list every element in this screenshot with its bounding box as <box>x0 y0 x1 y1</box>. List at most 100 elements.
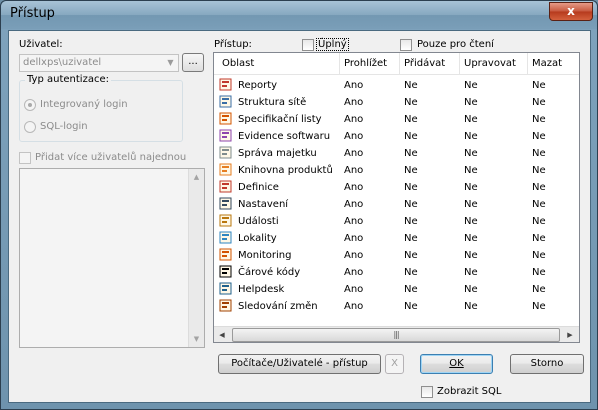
table-row[interactable]: Evidence softwaru Ano Ne Ne Ne <box>214 128 579 145</box>
multi-users-checkbox[interactable] <box>19 152 31 164</box>
table-row[interactable]: Knihovna produktů Ano Ne Ne Ne <box>214 162 579 179</box>
cell-view[interactable]: Ano <box>340 111 400 128</box>
read-only-checkbox[interactable] <box>400 39 412 51</box>
table-row[interactable]: Definice Ano Ne Ne Ne <box>214 179 579 196</box>
cell-add[interactable]: Ne <box>400 298 460 315</box>
cell-delete[interactable]: Ne <box>528 111 579 128</box>
scroll-down-arrow-icon[interactable]: ▼ <box>189 331 204 347</box>
cell-view[interactable]: Ano <box>340 128 400 145</box>
table-row[interactable]: Reporty Ano Ne Ne Ne <box>214 77 579 94</box>
column-header-area[interactable]: Oblast <box>214 53 340 75</box>
cell-delete[interactable]: Ne <box>528 264 579 281</box>
sql-login-radio[interactable] <box>24 121 36 133</box>
full-access-checkbox[interactable] <box>302 39 314 51</box>
cell-delete[interactable]: Ne <box>528 94 579 111</box>
cell-delete[interactable]: Ne <box>528 145 579 162</box>
cell-edit[interactable]: Ne <box>460 281 528 298</box>
integrated-login-radio[interactable] <box>24 99 36 111</box>
cell-view[interactable]: Ano <box>340 230 400 247</box>
cell-edit[interactable]: Ne <box>460 247 528 264</box>
cell-add[interactable]: Ne <box>400 281 460 298</box>
user-list[interactable]: ▲ ▼ <box>19 168 205 348</box>
cell-view[interactable]: Ano <box>340 145 400 162</box>
cell-edit[interactable]: Ne <box>460 111 528 128</box>
cell-delete[interactable]: Ne <box>528 128 579 145</box>
table-row[interactable]: Struktura sítě Ano Ne Ne Ne <box>214 94 579 111</box>
cell-add[interactable]: Ne <box>400 247 460 264</box>
cell-edit[interactable]: Ne <box>460 264 528 281</box>
cell-add[interactable]: Ne <box>400 145 460 162</box>
cell-delete[interactable]: Ne <box>528 196 579 213</box>
cell-edit[interactable]: Ne <box>460 145 528 162</box>
cell-add[interactable]: Ne <box>400 94 460 111</box>
table-row[interactable]: Správa majetku Ano Ne Ne Ne <box>214 145 579 162</box>
cell-view[interactable]: Ano <box>340 94 400 111</box>
cell-add[interactable]: Ne <box>400 111 460 128</box>
table-row[interactable]: Monitoring Ano Ne Ne Ne <box>214 247 579 264</box>
cell-view[interactable]: Ano <box>340 264 400 281</box>
cell-edit[interactable]: Ne <box>460 213 528 230</box>
cell-delete[interactable]: Ne <box>528 247 579 264</box>
cell-view[interactable]: Ano <box>340 77 400 94</box>
cell-edit[interactable]: Ne <box>460 94 528 111</box>
cell-edit[interactable]: Ne <box>460 230 528 247</box>
clear-button[interactable]: X <box>385 354 404 374</box>
table-row[interactable]: Události Ano Ne Ne Ne <box>214 213 579 230</box>
cell-delete[interactable]: Ne <box>528 77 579 94</box>
scroll-right-arrow-icon[interactable]: ▶ <box>562 327 578 342</box>
cell-delete[interactable]: Ne <box>528 162 579 179</box>
cell-add[interactable]: Ne <box>400 128 460 145</box>
column-header-edit[interactable]: Upravovat <box>460 53 528 75</box>
table-row[interactable]: Helpdesk Ano Ne Ne Ne <box>214 281 579 298</box>
chevron-down-icon[interactable]: ▼ <box>163 55 178 71</box>
cell-add[interactable]: Ne <box>400 196 460 213</box>
scroll-left-arrow-icon[interactable]: ◀ <box>214 327 230 342</box>
ok-button[interactable]: OK <box>420 354 493 374</box>
title-bar[interactable]: Přístup <box>1 1 597 29</box>
table-row[interactable]: Nastavení Ano Ne Ne Ne <box>214 196 579 213</box>
cancel-button[interactable]: Storno <box>510 354 584 374</box>
cell-view[interactable]: Ano <box>340 298 400 315</box>
table-row[interactable]: Sledování změn Ano Ne Ne Ne <box>214 298 579 315</box>
table-row[interactable]: Specifikační listy Ano Ne Ne Ne <box>214 111 579 128</box>
cell-view[interactable]: Ano <box>340 179 400 196</box>
cell-delete[interactable]: Ne <box>528 298 579 315</box>
scroll-up-arrow-icon[interactable]: ▲ <box>189 169 204 185</box>
cell-area: Sledování změn <box>238 301 318 312</box>
cell-add[interactable]: Ne <box>400 179 460 196</box>
cell-delete[interactable]: Ne <box>528 230 579 247</box>
cell-add[interactable]: Ne <box>400 162 460 179</box>
cell-delete[interactable]: Ne <box>528 213 579 230</box>
table-row[interactable]: Čárové kódy Ano Ne Ne Ne <box>214 264 579 281</box>
cell-delete[interactable]: Ne <box>528 281 579 298</box>
cell-add[interactable]: Ne <box>400 264 460 281</box>
computers-users-access-button[interactable]: Počítače/Uživatelé - přístup <box>218 354 381 374</box>
column-header-delete[interactable]: Mazat <box>528 53 579 75</box>
cell-edit[interactable]: Ne <box>460 196 528 213</box>
cell-edit[interactable]: Ne <box>460 77 528 94</box>
close-button[interactable]: x <box>549 2 593 21</box>
cell-add[interactable]: Ne <box>400 77 460 94</box>
cell-add[interactable]: Ne <box>400 213 460 230</box>
cell-view[interactable]: Ano <box>340 162 400 179</box>
cell-view[interactable]: Ano <box>340 196 400 213</box>
cell-view[interactable]: Ano <box>340 281 400 298</box>
user-combo[interactable]: dellxps\uzivatel ▼ <box>19 54 179 72</box>
cell-view[interactable]: Ano <box>340 213 400 230</box>
column-header-view[interactable]: Prohlížet <box>340 53 400 75</box>
column-header-add[interactable]: Přidávat <box>400 53 460 75</box>
grid-horizontal-scrollbar[interactable]: ◀ ||| ▶ <box>214 326 579 342</box>
browse-user-button[interactable]: ... <box>182 53 204 72</box>
table-row[interactable]: Lokality Ano Ne Ne Ne <box>214 230 579 247</box>
cell-edit[interactable]: Ne <box>460 179 528 196</box>
scroll-thumb[interactable]: ||| <box>232 328 560 342</box>
show-sql-checkbox[interactable] <box>421 386 433 398</box>
cell-edit[interactable]: Ne <box>460 128 528 145</box>
cell-edit[interactable]: Ne <box>460 298 528 315</box>
cell-delete[interactable]: Ne <box>528 179 579 196</box>
user-list-scrollbar[interactable]: ▲ ▼ <box>188 169 204 347</box>
cell-view[interactable]: Ano <box>340 247 400 264</box>
cell-add[interactable]: Ne <box>400 230 460 247</box>
cell-edit[interactable]: Ne <box>460 162 528 179</box>
permissions-grid[interactable]: Oblast Prohlížet Přidávat Upravovat Maza… <box>213 52 580 343</box>
